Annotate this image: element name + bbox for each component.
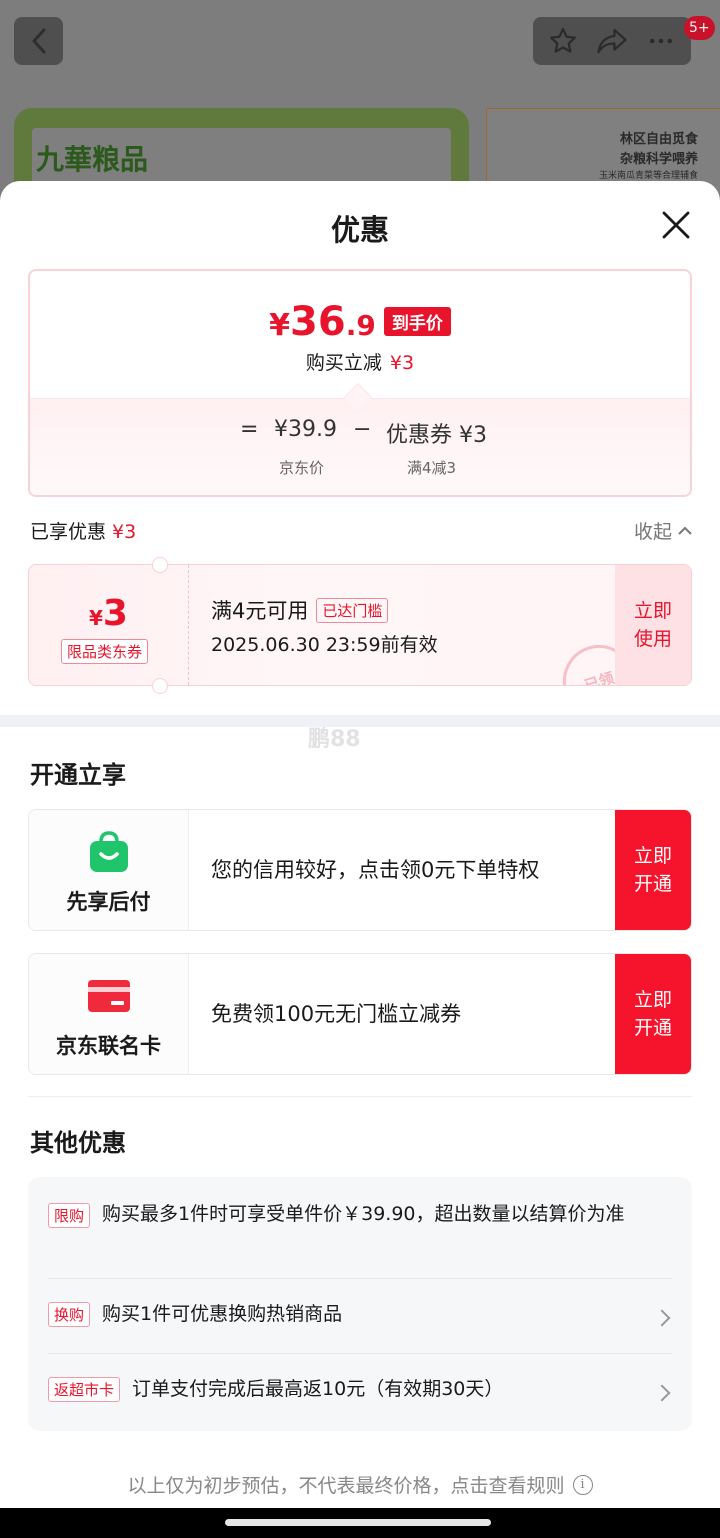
- exchange-tag: 换购: [48, 1302, 91, 1327]
- list-item-purchase-limit: 限购 购买最多1件时可享受单件价￥39.90，超出数量以结算价为准: [48, 1199, 672, 1230]
- more-icon[interactable]: [646, 26, 676, 56]
- purchase-limit-text: 购买最多1件时可享受单件价￥39.90，超出数量以结算价为准: [102, 1203, 625, 1225]
- enjoyed-amount: ¥3: [112, 521, 137, 543]
- watermark: 鹏88: [308, 727, 361, 752]
- price-decimal: .9: [345, 309, 376, 342]
- other-discounts-list: 限购 购买最多1件时可享受单件价￥39.90，超出数量以结算价为准 换购 购买1…: [28, 1177, 692, 1431]
- use-coupon-button[interactable]: 立即使用: [615, 565, 691, 685]
- co-brand-card-name: 京东联名卡: [56, 1034, 161, 1058]
- chevron-left-icon: [32, 28, 45, 54]
- supermarket-card-text: 订单支付完成后最高返10元（有效期30天）: [132, 1378, 504, 1400]
- collapse-label: 收起: [633, 521, 672, 543]
- final-price-tag: 到手价: [383, 307, 451, 336]
- close-button[interactable]: [656, 205, 696, 245]
- coupon-condition-label: 满4减3: [407, 459, 457, 477]
- minus-sign: −: [353, 417, 372, 442]
- brand-logo: 九華粮品: [36, 143, 149, 176]
- pay-later-name: 先享后付: [66, 890, 151, 914]
- pay-later-card: 先享后付 您的信用较好，点击领0元下单特权 立即开通: [28, 809, 692, 931]
- base-price: ¥39.9: [274, 417, 337, 442]
- reduction-label: 购买立减: [305, 352, 382, 374]
- enjoyed-discount: 已享优惠 ¥3: [30, 517, 136, 544]
- pay-later-desc: 您的信用较好，点击领0元下单特权: [211, 858, 540, 882]
- top-action-group: [533, 17, 691, 65]
- co-brand-card-desc: 免费领100元无门槛立减券: [211, 1002, 462, 1026]
- close-icon: [662, 211, 690, 239]
- coupon-notch-bottom: [152, 678, 168, 694]
- coupon-currency: ¥: [89, 606, 103, 630]
- star-icon[interactable]: [548, 26, 578, 56]
- price-summary: ¥ 36 .9 到手价 购买立减 ¥3 = ¥39.9 − 优惠券 ¥3 京东价 …: [28, 269, 692, 497]
- list-separator: [48, 1278, 672, 1279]
- coupon-deduction: 优惠券 ¥3: [386, 423, 487, 448]
- open-pay-later-button[interactable]: 立即开通: [615, 810, 691, 930]
- list-item-exchange[interactable]: 换购 购买1件可优惠换购热销商品: [48, 1299, 672, 1330]
- coupon-card: ¥3 限品类东券 满4元可用 已达门槛 2025.06.30 23:59前有效 …: [28, 564, 692, 686]
- open-co-brand-card-button[interactable]: 立即开通: [615, 954, 691, 1074]
- home-indicator[interactable]: [225, 1519, 491, 1526]
- credit-card-icon: [88, 980, 130, 1012]
- info-icon: i: [572, 1474, 593, 1495]
- coupon-expiry: 2025.06.30 23:59前有效: [211, 634, 438, 656]
- co-brand-card: 京东联名卡 免费领100元无门槛立减券 立即开通: [28, 953, 692, 1075]
- price-breakdown: [30, 398, 690, 495]
- sheet-title: 优惠: [330, 213, 389, 247]
- promo-line-3: 玉米南瓜青菜等合理辅食: [598, 171, 698, 181]
- price-currency: ¥: [269, 308, 291, 343]
- base-price-label: 京东价: [279, 459, 325, 477]
- rules-link[interactable]: 以上仅为初步预估，不代表最终价格，点击查看规则 i: [0, 1471, 720, 1498]
- price-integer: 36: [290, 299, 346, 345]
- coupon-value: ¥3: [29, 593, 188, 634]
- threshold-met-badge: 已达门槛: [316, 597, 389, 623]
- purchase-reduction: 购买立减 ¥3: [30, 348, 690, 375]
- list-separator: [48, 1353, 672, 1354]
- supermarket-card-tag: 返超市卡: [48, 1377, 121, 1402]
- final-price: ¥ 36 .9 到手价: [30, 299, 690, 345]
- exchange-text: 购买1件可优惠换购热销商品: [102, 1303, 343, 1325]
- coupon-condition: 满4元可用: [211, 599, 309, 623]
- enjoyed-label: 已享优惠: [30, 521, 107, 543]
- purchase-limit-tag: 限购: [48, 1203, 91, 1228]
- coupon-type-badge: 限品类东券: [61, 639, 149, 664]
- equals-sign: =: [240, 417, 259, 442]
- coupon-condition-row: 满4元可用 已达门槛: [211, 595, 389, 625]
- footer-note: 以上仅为初步预估，不代表最终价格，点击查看规则: [127, 1475, 565, 1497]
- chevron-up-icon: [678, 526, 692, 535]
- coupon-amount: 3: [102, 593, 128, 634]
- share-icon[interactable]: [596, 26, 628, 56]
- back-button[interactable]: [14, 17, 63, 65]
- divider: [28, 1096, 692, 1097]
- list-item-supermarket-card[interactable]: 返超市卡 订单支付完成后最高返10元（有效期30天）: [48, 1374, 672, 1405]
- coupon-notch-top: [152, 557, 168, 573]
- coupon-value-panel: ¥3 限品类东券: [29, 565, 189, 685]
- promo-line-1: 林区自由觅食: [619, 132, 698, 147]
- shopping-bag-icon: [90, 831, 128, 872]
- discount-sheet: 优惠 ¥ 36 .9 到手价 购买立减 ¥3 = ¥39.9 − 优惠券 ¥3 京…: [0, 181, 720, 1538]
- reduction-amount: ¥3: [389, 352, 415, 374]
- other-section-title: 其他优惠: [30, 1129, 126, 1157]
- collapse-button[interactable]: 收起: [634, 517, 692, 544]
- open-section-title: 开通立享: [30, 761, 126, 789]
- promo-line-2: 杂粮科学喂养: [619, 152, 698, 167]
- notification-badge: 5+: [684, 16, 715, 40]
